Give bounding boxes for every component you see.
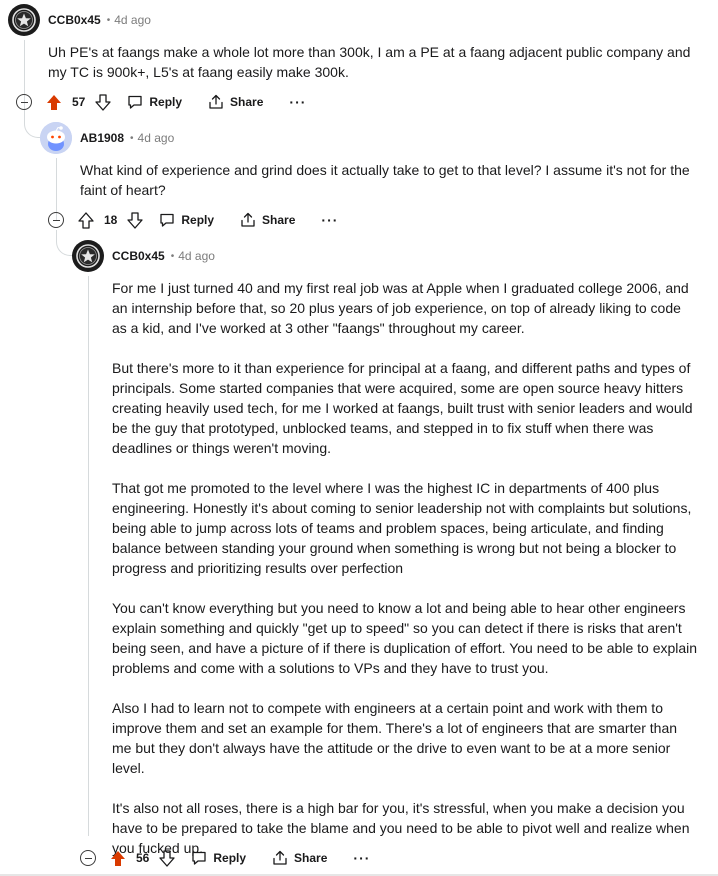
downvote-button[interactable] (127, 211, 144, 229)
meta-separator: • (106, 14, 111, 26)
thread-branch-level2 (56, 230, 72, 256)
reply-label: Reply (213, 851, 247, 865)
minus-circle-icon (84, 857, 92, 859)
vote-count: 57 (72, 95, 86, 109)
reply-button[interactable]: Reply (191, 850, 246, 866)
share-icon (273, 850, 287, 865)
reply-button[interactable]: Reply (159, 212, 214, 228)
comment-actions: 18 Reply Share ··· (48, 208, 338, 232)
share-button[interactable]: Share (240, 212, 295, 228)
star-badge-icon (12, 8, 36, 32)
minus-circle-icon (20, 101, 28, 103)
reply-button[interactable]: Reply (127, 94, 182, 110)
share-button[interactable]: Share (272, 850, 327, 866)
arrow-down-icon (159, 849, 176, 867)
collapse-button[interactable] (16, 94, 32, 110)
share-label: Share (230, 95, 264, 109)
share-label: Share (294, 851, 328, 865)
comment-paragraph: But there's more to it than experience f… (112, 360, 693, 456)
vote-group: 18 (78, 211, 144, 229)
timestamp[interactable]: 4d ago (138, 131, 175, 145)
speech-bubble-icon (128, 95, 143, 109)
arrow-down-icon (127, 211, 144, 229)
arrow-down-icon (95, 93, 112, 111)
comment-body: For me I just turned 40 and my first rea… (112, 278, 698, 858)
snoo-avatar-icon (40, 122, 72, 154)
comment-paragraph: You can't know everything but you need t… (112, 600, 698, 676)
speech-bubble-icon (160, 213, 175, 227)
reply-label: Reply (149, 95, 183, 109)
downvote-button[interactable] (95, 93, 112, 111)
avatar[interactable] (8, 4, 40, 36)
reply-label: Reply (181, 213, 215, 227)
share-icon (241, 212, 255, 227)
avatar[interactable] (72, 240, 104, 272)
share-icon (209, 94, 223, 109)
comment-actions: 57 Reply Share ··· (16, 90, 306, 114)
comment-meta: CCB0x45 • 4d ago (48, 10, 151, 30)
more-options-button[interactable]: ··· (321, 212, 338, 228)
comment-paragraph: Also I had to learn not to compete with … (112, 700, 678, 776)
username[interactable]: CCB0x45 (112, 249, 165, 263)
star-badge-icon (76, 244, 100, 268)
share-button[interactable]: Share (208, 94, 263, 110)
username[interactable]: AB1908 (80, 131, 124, 145)
timestamp[interactable]: 4d ago (114, 13, 151, 27)
arrow-up-icon (47, 94, 61, 110)
vote-count: 18 (104, 213, 118, 227)
collapse-button[interactable] (80, 850, 96, 866)
meta-separator: • (130, 132, 134, 144)
minus-circle-icon (52, 219, 60, 221)
speech-bubble-icon (192, 851, 207, 865)
thread-branch-level1 (24, 112, 40, 138)
comment-paragraph: Uh PE's at faangs make a whole lot more … (48, 44, 691, 80)
avatar[interactable] (40, 122, 72, 154)
arrow-up-icon (78, 211, 94, 229)
downvote-button[interactable] (159, 849, 176, 867)
upvote-button[interactable] (110, 850, 126, 867)
comment-meta: CCB0x45 • 4d ago (112, 246, 215, 266)
comment-actions: 56 Reply Share ··· (80, 846, 370, 870)
comment-paragraph: For me I just turned 40 and my first rea… (112, 280, 689, 336)
share-label: Share (262, 213, 296, 227)
vote-group: 56 (110, 849, 176, 867)
comment-body: What kind of experience and grind does i… (80, 160, 690, 200)
collapse-button[interactable] (48, 212, 64, 228)
upvote-button[interactable] (78, 211, 94, 229)
comment-paragraph: That got me promoted to the level where … (112, 480, 692, 576)
vote-count: 56 (136, 851, 150, 865)
timestamp[interactable]: 4d ago (178, 249, 215, 263)
comment-body: Uh PE's at faangs make a whole lot more … (48, 42, 698, 82)
comment-meta: AB1908 • 4d ago (80, 128, 174, 148)
upvote-button[interactable] (46, 94, 62, 111)
more-options-button[interactable]: ··· (289, 94, 306, 110)
comment-paragraph: What kind of experience and grind does i… (80, 162, 690, 198)
vote-group: 57 (46, 93, 112, 111)
username[interactable]: CCB0x45 (48, 13, 101, 27)
arrow-up-icon (111, 850, 125, 866)
meta-separator: • (170, 250, 175, 262)
more-options-button[interactable]: ··· (353, 850, 370, 866)
thread-line-level3[interactable] (88, 276, 89, 836)
